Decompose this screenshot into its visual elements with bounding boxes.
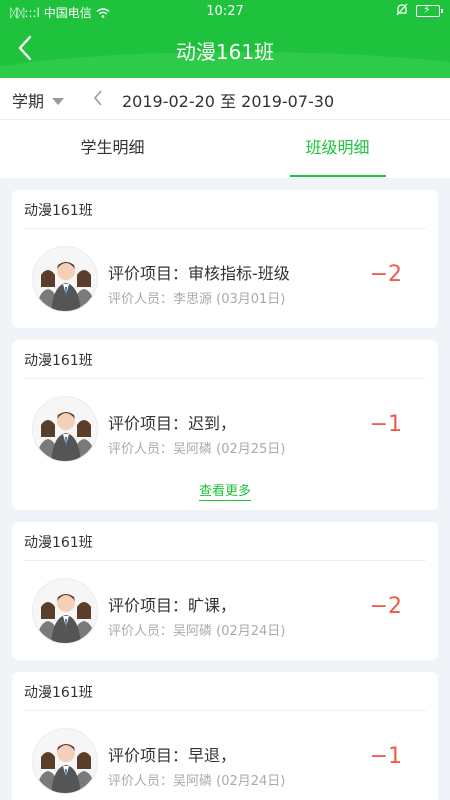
evaluation-item: 评价项目：审核指标-班级 — [108, 264, 290, 283]
see-more-link[interactable]: 查看更多 — [12, 480, 438, 501]
divider — [24, 710, 426, 711]
semester-dropdown[interactable]: 学期 — [12, 88, 65, 112]
evaluation-item: 评价项目：迟到， — [108, 414, 237, 433]
record-card[interactable]: 动漫161班 评价项目：早退， 评价人员：吴阿磷 (02月24日) −1 — [12, 672, 438, 800]
avatar-group-icon — [32, 396, 98, 462]
see-more-label: 查看更多 — [198, 484, 251, 501]
chevron-left-icon[interactable] — [90, 88, 106, 108]
status-bar: ᛞᛞ:::l 中国电信 10:27 ⚡ — [0, 0, 450, 24]
caret-down-icon — [52, 97, 65, 105]
tab-bar: 学生明细 班级明细 — [0, 120, 450, 178]
clock: 10:27 — [206, 4, 244, 19]
record-card[interactable]: 动漫161班 评价项目：旷课， 评价人员：吴阿磷 (02月24日) −2 — [12, 522, 438, 660]
score-value: −1 — [369, 412, 402, 437]
page-title: 动漫161班 — [175, 40, 275, 64]
semester-label: 学期 — [12, 92, 45, 111]
tab-student-detail[interactable]: 学生明细 — [0, 120, 225, 178]
filter-bar: 学期 2019-02-20 至 2019-07-30 — [0, 78, 450, 120]
avatar-group-icon — [32, 246, 98, 312]
record-card[interactable]: 动漫161班 评价项目：审核指标-班级 评价人员：李思源 (03月01日) −2 — [12, 190, 438, 328]
date-range: 2019-02-20 至 2019-07-30 — [122, 92, 335, 111]
card-class-name: 动漫161班 — [24, 535, 93, 551]
divider — [24, 378, 426, 379]
score-value: −2 — [369, 594, 402, 619]
status-icons: ⚡ — [396, 3, 443, 19]
evaluation-item: 评价项目：旷课， — [108, 596, 237, 615]
card-class-name: 动漫161班 — [24, 203, 93, 219]
active-tab-indicator — [290, 175, 386, 177]
divider — [24, 560, 426, 561]
card-class-name: 动漫161班 — [24, 685, 93, 701]
record-card[interactable]: 动漫161班 评价项目：迟到， 评价人员：吴阿磷 (02月25日) −1 查看更… — [12, 340, 438, 510]
app-header: ᛞᛞ:::l 中国电信 10:27 ⚡ 动漫161班 — [0, 0, 450, 78]
evaluator-info: 评价人员：李思源 (03月01日) — [108, 292, 286, 307]
avatar-group-icon — [32, 728, 98, 794]
battery-icon: ⚡ — [416, 3, 443, 17]
evaluator-info: 评价人员：吴阿磷 (02月24日) — [108, 774, 286, 789]
mute-bell-icon — [396, 3, 408, 19]
score-value: −1 — [369, 744, 402, 769]
divider — [24, 228, 426, 229]
tab-class-detail[interactable]: 班级明细 — [225, 120, 450, 178]
avatar-group-icon — [32, 578, 98, 644]
evaluation-item: 评价项目：早退， — [108, 746, 237, 765]
card-class-name: 动漫161班 — [24, 353, 93, 369]
evaluator-info: 评价人员：吴阿磷 (02月25日) — [108, 442, 286, 457]
evaluator-info: 评价人员：吴阿磷 (02月24日) — [108, 624, 286, 639]
score-value: −2 — [369, 262, 402, 287]
